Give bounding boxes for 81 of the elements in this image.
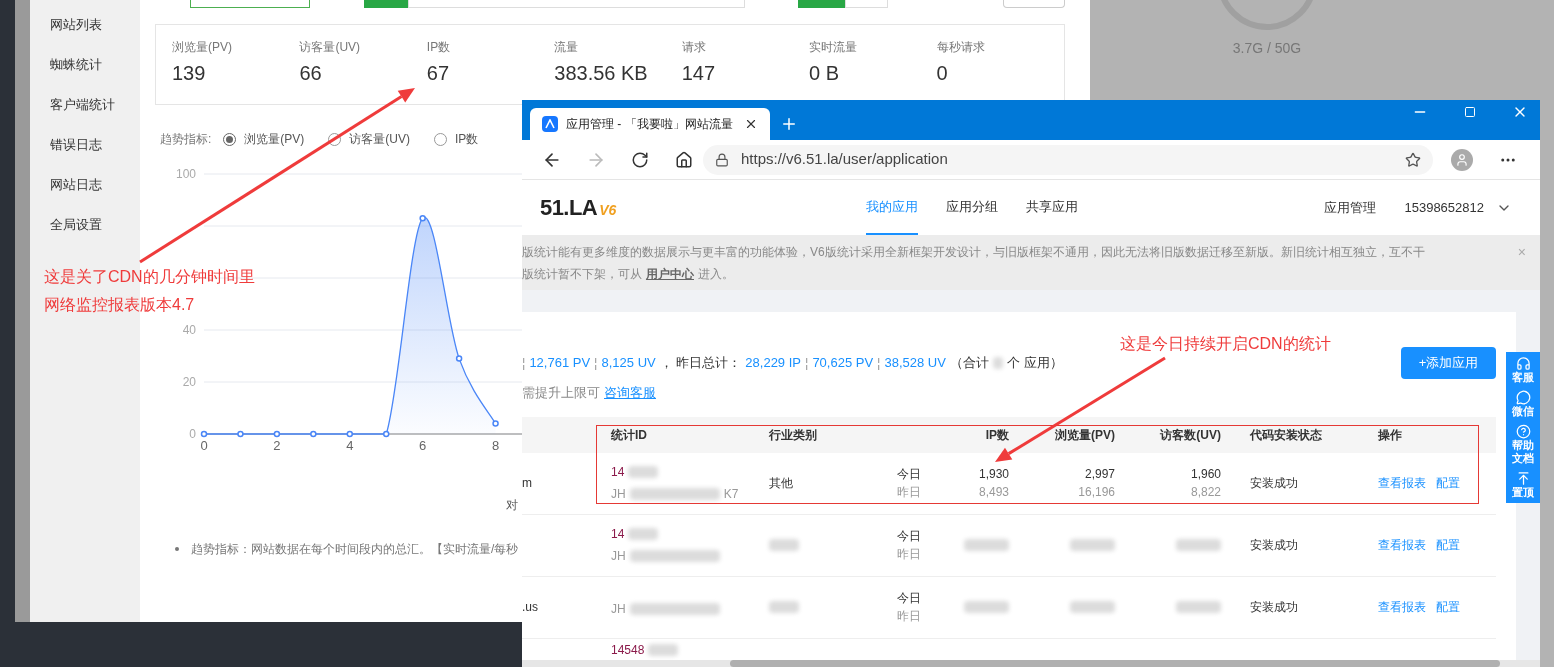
stat-value: 0 B (809, 61, 841, 85)
stat-label: 浏览量(PV) (172, 39, 233, 55)
summary-value: 38,528 UV (884, 354, 946, 373)
stat-id: 14 (611, 464, 625, 481)
column-header: 统计ID (610, 426, 648, 444)
day-label: 昨日 (897, 546, 922, 563)
stat-label: 请求 (681, 39, 707, 55)
stat-label: 流量 (554, 39, 580, 55)
annotation-text: 网络监控报表版本4.7 (44, 295, 195, 315)
day-label: 今日 (897, 590, 922, 607)
site-name: m (522, 475, 533, 492)
summary-value: 12,761 PV (529, 354, 591, 373)
install-status: 安装成功 (1250, 599, 1299, 616)
y-tick-label: 100 (175, 167, 196, 181)
tab-title: 应用管理 - 「我要啦」网站流量 (566, 116, 734, 133)
summary-text: （合计 (949, 354, 989, 373)
separator-text: ¦ (522, 354, 526, 373)
column-header: 浏览量(PV) (1054, 426, 1115, 444)
axis-fragment: 对 (506, 497, 518, 514)
today-value: 1,930 (978, 466, 1009, 483)
today-value: 2,997 (1084, 466, 1115, 483)
y-tick-label: 20 (182, 375, 196, 389)
column-header: 代码安装状态 (1249, 426, 1323, 444)
day-label: 昨日 (897, 608, 922, 625)
usage-text: 3.7G / 50G (1232, 39, 1302, 58)
x-tick-label: 0 (200, 438, 208, 453)
stat-value: 66 (299, 61, 323, 85)
day-label: 今日 (897, 528, 922, 545)
stat-value: 139 (172, 61, 207, 85)
yesterday-value: 16,196 (1078, 484, 1115, 501)
annotation-text: 这是今日持续开启CDN的统计 (1120, 334, 1331, 354)
notice-text: 版统计能有更多维度的数据展示与更丰富的功能体验，V6版统计采用全新框架开发设计，与旧版框架不通用，因此无法将旧版数据迁移至新版。新旧统计相互独立，互不干 (522, 243, 1425, 261)
stat-code: K7 (723, 486, 739, 503)
yesterday-value: 8,493 (978, 484, 1009, 501)
industry-text: 其他 (769, 475, 794, 492)
separator-text: ¦ (805, 354, 809, 373)
site-name: .us (522, 599, 539, 616)
x-tick-label: 6 (419, 438, 427, 453)
column-header: 行业类别 (769, 426, 818, 444)
y-tick-label: 40 (182, 323, 196, 337)
summary-value: 28,229 IP (745, 354, 801, 373)
notice-text: 进入。 (698, 265, 734, 283)
notice-text: 版统计暂不下架，可从 (522, 265, 642, 283)
site-logo: 51.LA V6 (540, 194, 617, 222)
x-tick-label: 4 (346, 438, 354, 453)
install-status: 安装成功 (1250, 475, 1299, 492)
summary-text: ， 昨日总计： (659, 354, 742, 373)
stat-value: 67 (426, 61, 451, 85)
limit-text: 需提升上限可 (522, 384, 600, 402)
trend-label: 趋势指标: (160, 131, 212, 148)
day-label: 昨日 (897, 484, 922, 501)
stat-label: IP数 (426, 39, 452, 55)
annotation-text: 这是关了CDN的几分钟时间里 (44, 267, 255, 287)
summary-value: 70,625 PV (812, 354, 874, 373)
stat-id: 14548 (611, 641, 645, 659)
today-value: 1,960 (1190, 466, 1221, 483)
stat-label: 访客量(UV) (299, 39, 362, 55)
column-header: IP数 (984, 426, 1009, 444)
stat-code: JH (611, 601, 626, 618)
stat-label: 实时流量 (809, 39, 859, 55)
note-text: 趋势指标：网站数据在每个时间段内的总汇。【实时流量/每秒 (191, 541, 519, 558)
url-text: https://v6.51.la/user/application (741, 149, 949, 170)
separator-text: ¦ (594, 354, 598, 373)
stat-code: JH (611, 548, 626, 565)
column-header: 访客数(UV) (1159, 426, 1221, 444)
x-tick-label: 8 (491, 438, 500, 453)
day-label: 今日 (897, 466, 922, 483)
summary-value: 8,125 UV (601, 354, 656, 373)
stat-code: JH (611, 486, 626, 503)
stat-value: 147 (681, 61, 717, 85)
stat-value: 383.56 KB (554, 61, 649, 85)
column-header: 操作 (1378, 426, 1403, 444)
x-tick-label: 2 (273, 438, 281, 453)
stat-id: 14 (611, 526, 625, 543)
stat-value: 0 (936, 61, 949, 85)
separator-text: ¦ (877, 354, 881, 373)
yesterday-value: 8,822 (1190, 484, 1221, 501)
summary-text: 个 应用） (1006, 354, 1063, 373)
install-status: 安装成功 (1250, 537, 1299, 554)
y-tick-label: 0 (189, 427, 196, 441)
stat-label: 每秒请求 (936, 39, 986, 55)
